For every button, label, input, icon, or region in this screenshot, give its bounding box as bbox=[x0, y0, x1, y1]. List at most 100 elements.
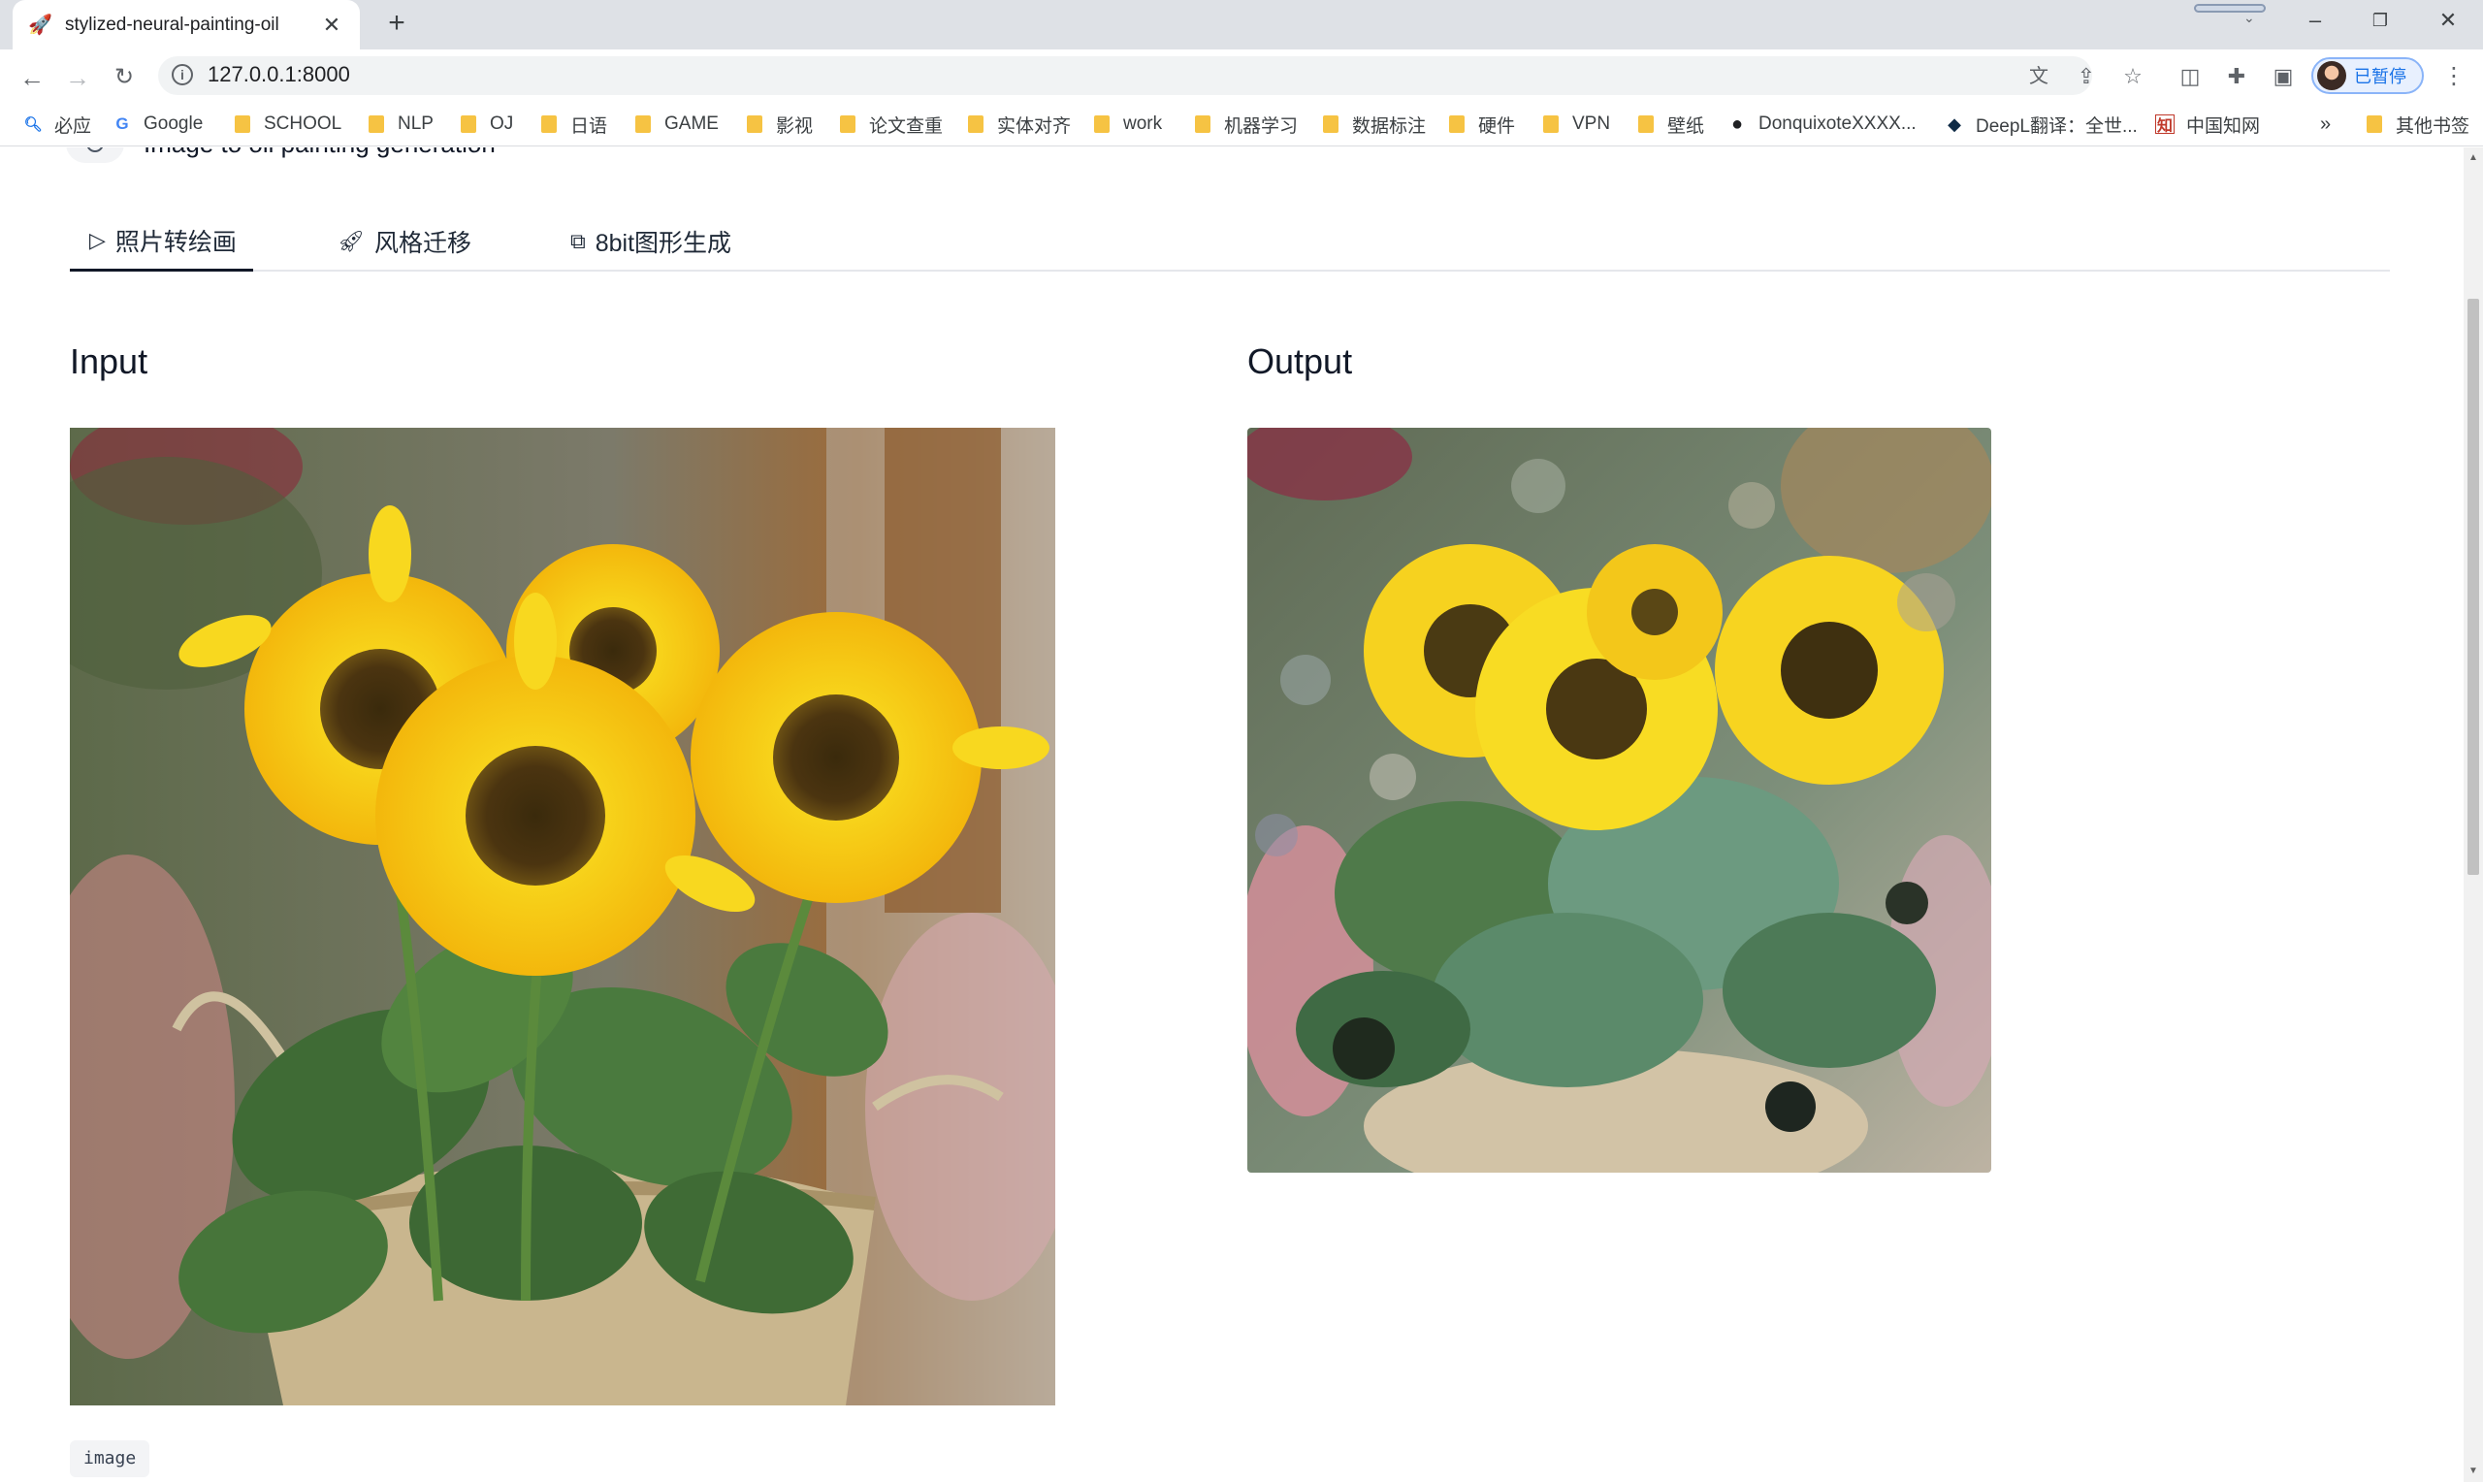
bookmark-item[interactable]: ● DonquixoteXXXX... bbox=[1727, 111, 1917, 138]
tab-title: stylized-neural-painting-oil bbox=[65, 14, 279, 35]
translate-icon[interactable]: 文 bbox=[2024, 62, 2053, 91]
new-tab-button[interactable]: + bbox=[380, 8, 413, 41]
bookmark-label: 论文查重 bbox=[869, 115, 944, 137]
bookmark-folder[interactable]: NLP bbox=[369, 111, 434, 138]
output-oil-painting bbox=[1247, 428, 1991, 1173]
rocket-icon: 🚀︎ bbox=[338, 229, 365, 253]
bookmark-folder[interactable]: 壁纸 bbox=[1638, 111, 1704, 138]
folder-icon bbox=[235, 115, 250, 133]
url-text[interactable]: 127.0.0.1:8000 bbox=[208, 62, 350, 87]
close-tab-icon[interactable]: ✕ bbox=[319, 13, 344, 38]
bookmark-label: 必应 bbox=[54, 115, 92, 137]
profile-status-label: 已暂停 bbox=[2354, 67, 2406, 86]
bookmark-label: 实体对齐 bbox=[997, 115, 1072, 137]
minimize-button[interactable]: – bbox=[2286, 0, 2344, 41]
bookmark-item[interactable]: ◆ DeepL翻译：全世... bbox=[1945, 111, 2138, 138]
output-image[interactable] bbox=[1247, 428, 1991, 1173]
bookmark-folder[interactable]: 实体对齐 bbox=[968, 111, 1071, 138]
folder-icon bbox=[968, 115, 984, 133]
bookmark-label: 日语 bbox=[570, 115, 608, 137]
bookmark-folder[interactable]: OJ bbox=[461, 111, 513, 138]
folder-icon bbox=[1195, 115, 1210, 133]
play-icon: ▷ bbox=[89, 227, 106, 252]
profile-button[interactable]: 已暂停 bbox=[2311, 57, 2424, 94]
reload-button[interactable]: ↻ bbox=[107, 60, 142, 95]
browser-menu-icon[interactable]: ⋮ bbox=[2442, 62, 2466, 90]
app-logo-icon bbox=[66, 147, 124, 163]
page-scrollbar-thumb[interactable] bbox=[2467, 299, 2479, 875]
extension-face-icon[interactable]: ◫ bbox=[2176, 62, 2205, 91]
scroll-down-arrow-icon[interactable]: ▼ bbox=[2464, 1463, 2483, 1480]
bookmark-folder[interactable]: 论文查重 bbox=[840, 111, 943, 138]
bookmark-label: Google bbox=[144, 113, 204, 134]
bookmark-folder[interactable]: 数据标注 bbox=[1323, 111, 1426, 138]
bookmark-item[interactable]: 🔍︎ 必应 bbox=[23, 111, 91, 138]
bookmark-folder[interactable]: 机器学习 bbox=[1195, 111, 1298, 138]
bookmark-folder[interactable]: work bbox=[1094, 111, 1162, 138]
back-button[interactable]: ← bbox=[15, 60, 49, 95]
bookmark-label: 壁纸 bbox=[1667, 115, 1705, 137]
folder-icon bbox=[369, 115, 384, 133]
tab-photo-to-painting[interactable]: ▷ 照片转绘画 bbox=[70, 211, 253, 272]
bookmark-item[interactable]: G Google bbox=[113, 111, 203, 138]
folder-icon bbox=[1543, 115, 1559, 133]
tab-search-button[interactable]: ⌄ bbox=[2194, 0, 2266, 25]
bookmark-folder[interactable]: VPN bbox=[1543, 111, 1610, 138]
github-icon: ● bbox=[1730, 113, 1744, 135]
tab-style-transfer[interactable]: 🚀︎ 风格迁移 bbox=[338, 211, 471, 272]
folder-icon bbox=[541, 115, 557, 133]
cnki-icon: 知 bbox=[2155, 114, 2175, 135]
share-icon[interactable]: ⇪ bbox=[2072, 62, 2101, 91]
rocket-favicon-icon: 🚀 bbox=[28, 15, 52, 36]
tab-label: 风格迁移 bbox=[373, 230, 471, 257]
bookmark-label: OJ bbox=[490, 113, 514, 134]
avatar bbox=[2317, 61, 2346, 90]
forward-button[interactable]: → bbox=[60, 60, 95, 95]
bookmark-label: DonquixoteXXXX... bbox=[1758, 113, 1917, 134]
restore-button[interactable]: ❐ bbox=[2351, 0, 2409, 41]
bookmark-label: work bbox=[1123, 113, 1163, 134]
bookmark-label: 其他书签 bbox=[2396, 115, 2470, 137]
folder-icon bbox=[1638, 115, 1654, 133]
address-bar[interactable] bbox=[158, 56, 2092, 95]
site-info-icon[interactable]: i bbox=[172, 64, 193, 85]
tab-label: 照片转绘画 bbox=[114, 228, 237, 256]
app-header: Image to oil painting generation bbox=[66, 147, 496, 163]
side-panel-icon[interactable]: ▣ bbox=[2269, 62, 2298, 91]
scroll-up-arrow-icon[interactable]: ▲ bbox=[2464, 149, 2483, 167]
other-bookmarks-folder[interactable]: 其他书签 bbox=[2367, 111, 2469, 138]
bookmark-label: DeepL翻译：全世... bbox=[1976, 115, 2138, 137]
input-label: Input bbox=[70, 341, 148, 381]
google-icon: G bbox=[115, 114, 129, 133]
bookmark-folder[interactable]: 硬件 bbox=[1449, 111, 1515, 138]
folder-icon bbox=[635, 115, 651, 133]
bookmark-label: NLP bbox=[398, 113, 434, 134]
frame-icon: ⧉ bbox=[570, 229, 586, 253]
bookmark-folder[interactable]: 日语 bbox=[541, 111, 607, 138]
bookmark-star-icon[interactable]: ☆ bbox=[2118, 62, 2147, 91]
tab-8bit-generation[interactable]: ⧉ 8bit图形生成 bbox=[570, 211, 731, 272]
bookmark-label: 机器学习 bbox=[1224, 115, 1299, 137]
bookmark-folder[interactable]: GAME bbox=[635, 111, 719, 138]
bookmarks-overflow-button[interactable]: » bbox=[2320, 111, 2331, 138]
bookmark-label: VPN bbox=[1572, 113, 1611, 134]
folder-icon bbox=[1094, 115, 1110, 133]
browser-tab-active[interactable]: 🚀 stylized-neural-painting-oil ✕ bbox=[13, 0, 360, 49]
folder-icon bbox=[1323, 115, 1338, 133]
search-icon: 🔍︎ bbox=[23, 116, 43, 133]
chevron-down-icon: ⌄ bbox=[2243, 10, 2255, 25]
input-image[interactable] bbox=[70, 428, 1055, 1405]
bookmark-label: 中国知网 bbox=[2186, 115, 2261, 137]
browser-tab-strip bbox=[0, 0, 2483, 49]
extensions-puzzle-icon[interactable]: ✚ bbox=[2222, 62, 2251, 91]
bookmark-label: GAME bbox=[664, 113, 719, 134]
close-window-button[interactable]: ✕ bbox=[2419, 0, 2477, 41]
bookmark-folder[interactable]: 影视 bbox=[747, 111, 813, 138]
bookmark-label: 影视 bbox=[776, 115, 814, 137]
folder-icon bbox=[1449, 115, 1465, 133]
image-component-label: image bbox=[70, 1440, 150, 1477]
bookmark-item[interactable]: 知 中国知网 bbox=[2155, 111, 2260, 138]
folder-icon bbox=[461, 115, 476, 133]
bookmark-folder[interactable]: SCHOOL bbox=[235, 111, 341, 138]
folder-icon bbox=[747, 115, 762, 133]
